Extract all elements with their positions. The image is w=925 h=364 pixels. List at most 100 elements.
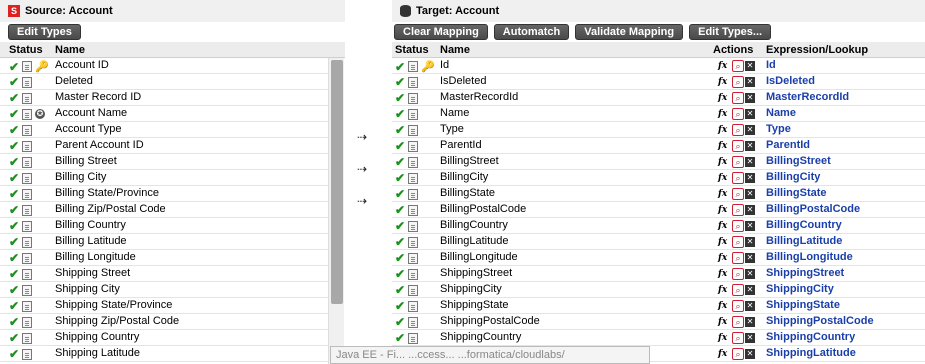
target-row[interactable]: ✔ ParentId fx ⌕ ✕ ParentId: [392, 138, 925, 154]
expression-icon[interactable]: fx: [718, 157, 731, 167]
target-row[interactable]: ✔ ShippingCity fx ⌕ ✕ ShippingCity: [392, 282, 925, 298]
clear-field-icon[interactable]: ✕: [745, 141, 755, 151]
expression-value[interactable]: ShippingCountry: [766, 331, 855, 343]
lookup-icon[interactable]: ⌕: [732, 332, 744, 344]
target-row[interactable]: ✔ ShippingCountry fx ⌕ ✕ ShippingCountry: [392, 330, 925, 346]
expression-icon[interactable]: fx: [718, 189, 731, 199]
expression-icon[interactable]: fx: [718, 333, 731, 343]
lookup-icon[interactable]: ⌕: [732, 268, 744, 280]
expression-icon[interactable]: fx: [718, 141, 731, 151]
lookup-icon[interactable]: ⌕: [732, 60, 744, 72]
target-row[interactable]: ✔ BillingLongitude fx ⌕ ✕ BillingLongitude: [392, 250, 925, 266]
expression-value[interactable]: MasterRecordId: [766, 91, 849, 103]
expression-value[interactable]: BillingState: [766, 187, 827, 199]
clear-field-icon[interactable]: ✕: [745, 173, 755, 183]
expression-icon[interactable]: fx: [718, 77, 731, 87]
source-row[interactable]: ✔ Shipping Street: [0, 266, 328, 282]
source-row[interactable]: ✔ Billing Street: [0, 154, 328, 170]
source-row[interactable]: ✔ Billing Country: [0, 218, 328, 234]
lookup-icon[interactable]: ⌕: [732, 140, 744, 152]
clear-field-icon[interactable]: ✕: [745, 253, 755, 263]
expression-icon[interactable]: fx: [718, 221, 731, 231]
target-row[interactable]: ✔ MasterRecordId fx ⌕ ✕ MasterRecordId: [392, 90, 925, 106]
validate-mapping-button[interactable]: Validate Mapping: [575, 24, 684, 40]
lookup-icon[interactable]: ⌕: [732, 252, 744, 264]
expression-icon[interactable]: fx: [718, 125, 731, 135]
source-row[interactable]: ✔ Billing Latitude: [0, 234, 328, 250]
expression-icon[interactable]: fx: [718, 173, 731, 183]
expression-value[interactable]: Name: [766, 107, 796, 119]
source-edit-types-button[interactable]: Edit Types: [8, 24, 81, 40]
expression-value[interactable]: BillingCountry: [766, 219, 842, 231]
expression-value[interactable]: Type: [766, 123, 791, 135]
clear-field-icon[interactable]: ✕: [745, 125, 755, 135]
lookup-icon[interactable]: ⌕: [732, 76, 744, 88]
clear-field-icon[interactable]: ✕: [745, 317, 755, 327]
source-row[interactable]: ✔ Account Type: [0, 122, 328, 138]
target-row[interactable]: ✔ BillingCountry fx ⌕ ✕ BillingCountry: [392, 218, 925, 234]
clear-field-icon[interactable]: ✕: [745, 333, 755, 343]
target-row[interactable]: ✔ BillingPostalCode fx ⌕ ✕ BillingPostalCode: [392, 202, 925, 218]
lookup-icon[interactable]: ⌕: [732, 188, 744, 200]
expression-icon[interactable]: fx: [718, 253, 731, 263]
target-row[interactable]: ✔ BillingStreet fx ⌕ ✕ BillingStreet: [392, 154, 925, 170]
lookup-icon[interactable]: ⌕: [732, 92, 744, 104]
clear-mapping-button[interactable]: Clear Mapping: [394, 24, 488, 40]
clear-field-icon[interactable]: ✕: [745, 157, 755, 167]
expression-icon[interactable]: fx: [718, 205, 731, 215]
lookup-icon[interactable]: ⌕: [732, 124, 744, 136]
source-row[interactable]: ✔ Billing City: [0, 170, 328, 186]
clear-field-icon[interactable]: ✕: [745, 269, 755, 279]
lookup-icon[interactable]: ⌕: [732, 316, 744, 328]
source-row[interactable]: ✔ Billing Longitude: [0, 250, 328, 266]
expression-value[interactable]: IsDeleted: [766, 75, 815, 87]
expression-icon[interactable]: fx: [718, 349, 731, 359]
expression-value[interactable]: ShippingStreet: [766, 267, 844, 279]
lookup-icon[interactable]: ⌕: [732, 156, 744, 168]
expression-value[interactable]: ParentId: [766, 139, 810, 151]
clear-field-icon[interactable]: ✕: [745, 285, 755, 295]
expression-icon[interactable]: fx: [718, 317, 731, 327]
clear-field-icon[interactable]: ✕: [745, 301, 755, 311]
source-row[interactable]: ✔ 🔑 Account ID: [0, 58, 328, 74]
source-scrollbar-thumb[interactable]: [331, 60, 343, 304]
source-row[interactable]: ✔ Billing State/Province: [0, 186, 328, 202]
lookup-icon[interactable]: ⌕: [732, 220, 744, 232]
source-row[interactable]: ✔ Master Record ID: [0, 90, 328, 106]
source-row[interactable]: ✔ Shipping Latitude: [0, 346, 328, 362]
source-row[interactable]: ✔ ✪ Account Name: [0, 106, 328, 122]
expression-icon[interactable]: fx: [718, 93, 731, 103]
expression-value[interactable]: BillingLongitude: [766, 251, 853, 263]
clear-field-icon[interactable]: ✕: [745, 109, 755, 119]
clear-field-icon[interactable]: ✕: [745, 237, 755, 247]
expression-value[interactable]: ShippingLatitude: [766, 347, 856, 359]
expression-value[interactable]: ShippingPostalCode: [766, 315, 874, 327]
target-row[interactable]: ✔ ShippingStreet fx ⌕ ✕ ShippingStreet: [392, 266, 925, 282]
target-row[interactable]: ✔ Type fx ⌕ ✕ Type: [392, 122, 925, 138]
clear-field-icon[interactable]: ✕: [745, 349, 755, 359]
expression-value[interactable]: BillingPostalCode: [766, 203, 860, 215]
clear-field-icon[interactable]: ✕: [745, 189, 755, 199]
expression-value[interactable]: ShippingCity: [766, 283, 834, 295]
target-edit-types-button[interactable]: Edit Types...: [689, 24, 772, 40]
source-row[interactable]: ✔ Shipping State/Province: [0, 298, 328, 314]
expression-icon[interactable]: fx: [718, 285, 731, 295]
clear-field-icon[interactable]: ✕: [745, 77, 755, 87]
target-row[interactable]: ✔ ShippingState fx ⌕ ✕ ShippingState: [392, 298, 925, 314]
source-row[interactable]: ✔ Parent Account ID: [0, 138, 328, 154]
source-row[interactable]: ✔ Billing Zip/Postal Code: [0, 202, 328, 218]
target-row[interactable]: ✔ BillingCity fx ⌕ ✕ BillingCity: [392, 170, 925, 186]
source-scrollbar[interactable]: [328, 58, 344, 364]
source-row[interactable]: ✔ Shipping Zip/Postal Code: [0, 314, 328, 330]
clear-field-icon[interactable]: ✕: [745, 61, 755, 71]
target-row[interactable]: ✔ BillingState fx ⌕ ✕ BillingState: [392, 186, 925, 202]
expression-value[interactable]: Id: [766, 59, 776, 71]
target-row[interactable]: ✔ ShippingPostalCode fx ⌕ ✕ ShippingPostalCod…: [392, 314, 925, 330]
expression-value[interactable]: ShippingState: [766, 299, 840, 311]
automatch-button[interactable]: Automatch: [493, 24, 570, 40]
target-row[interactable]: ✔ IsDeleted fx ⌕ ✕ IsDeleted: [392, 74, 925, 90]
lookup-icon[interactable]: ⌕: [732, 348, 744, 360]
expression-icon[interactable]: fx: [718, 109, 731, 119]
expression-icon[interactable]: fx: [718, 269, 731, 279]
source-row[interactable]: ✔ Deleted: [0, 74, 328, 90]
